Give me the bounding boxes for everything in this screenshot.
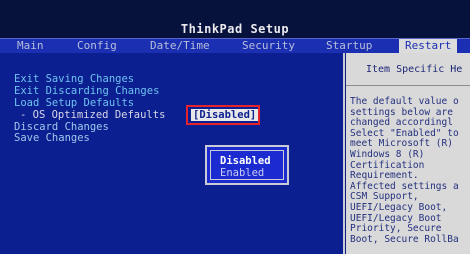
tab-restart[interactable]: Restart: [399, 39, 458, 53]
help-text: The default value o settings below are c…: [350, 96, 459, 245]
option-popup-frame: Disabled Enabled: [210, 150, 284, 180]
option-disabled[interactable]: Disabled: [220, 155, 271, 167]
tab-startup[interactable]: Startup: [326, 39, 372, 53]
title-bar: ThinkPad Setup: [0, 0, 470, 40]
tab-bar: Main Config Date/Time Security Startup R…: [0, 38, 470, 53]
menu-item-load-setup-defaults[interactable]: Load Setup Defaults: [14, 97, 134, 109]
menu-item-save-changes[interactable]: Save Changes: [14, 132, 90, 144]
tab-config[interactable]: Config: [77, 39, 117, 53]
setup-title: ThinkPad Setup: [180, 22, 290, 36]
help-panel: Item Specific He The default value o set…: [346, 53, 470, 254]
tab-security[interactable]: Security: [242, 39, 295, 53]
help-header: Item Specific He: [346, 53, 470, 86]
bios-screen: ThinkPad Setup Main Config Date/Time Sec…: [0, 0, 470, 254]
menu-item-os-optimized-defaults[interactable]: - OS Optimized Defaults: [20, 109, 165, 121]
os-optimized-defaults-value[interactable]: [Disabled]: [186, 105, 260, 125]
option-enabled[interactable]: Enabled: [220, 167, 264, 179]
tab-main[interactable]: Main: [17, 39, 44, 53]
help-heading: Item Specific He: [366, 64, 463, 75]
menu-item-exit-saving-changes[interactable]: Exit Saving Changes: [14, 73, 134, 85]
option-popup: Disabled Enabled: [205, 145, 289, 185]
menu-item-exit-discarding-changes[interactable]: Exit Discarding Changes: [14, 85, 159, 97]
panel-divider: [343, 53, 345, 254]
tab-date-time[interactable]: Date/Time: [150, 39, 210, 53]
os-optimized-defaults-value-text: [Disabled]: [191, 109, 259, 121]
